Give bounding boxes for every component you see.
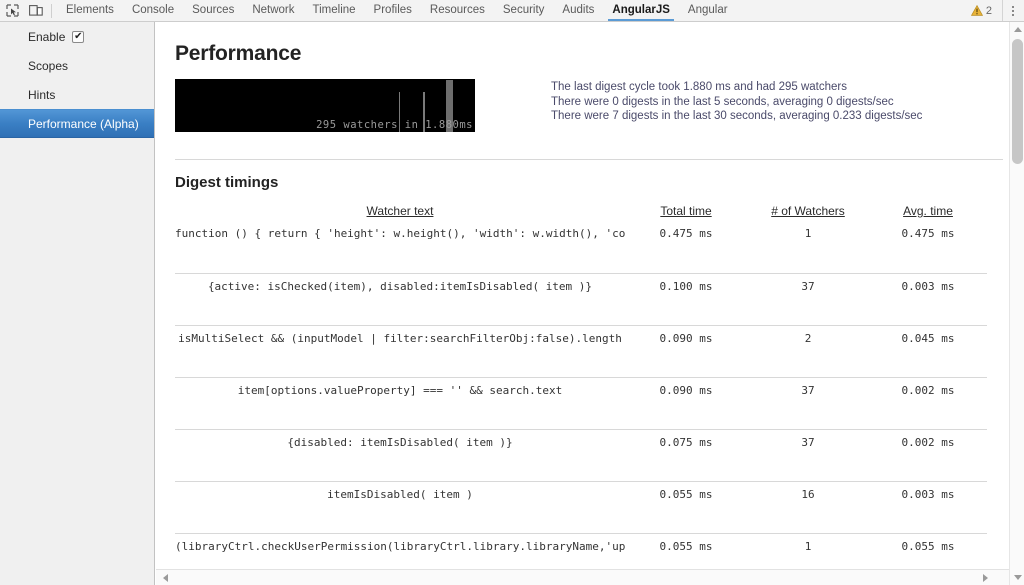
tab-security[interactable]: Security	[494, 0, 554, 21]
page-title: Performance	[175, 42, 302, 65]
cell-watcher-count: 37	[747, 272, 869, 325]
table-row[interactable]: isMultiSelect && (inputModel | filter:se…	[175, 324, 987, 377]
cell-avg-time: 0.002 ms	[869, 376, 987, 429]
tab-resources[interactable]: Resources	[421, 0, 494, 21]
column-header-watcher-count[interactable]: # of Watchers	[747, 204, 869, 221]
chart-annotation: 295 watchers in 1.880ms	[316, 119, 473, 131]
tab-angular[interactable]: Angular	[679, 0, 737, 21]
column-header-watcher-text[interactable]: Watcher text	[175, 204, 625, 221]
cell-total-time: 0.090 ms	[625, 324, 747, 377]
tab-console[interactable]: Console	[123, 0, 183, 21]
inspect-element-icon[interactable]	[0, 0, 24, 21]
table-row[interactable]: {disabled: itemIsDisabled( item )} 0.075…	[175, 428, 987, 481]
angularjs-sidebar: Enable ✔ Scopes Hints Performance (Alpha…	[0, 22, 155, 585]
sidebar-item-label: Scopes	[28, 58, 69, 73]
table-row[interactable]: function () { return { 'height': w.heigh…	[175, 221, 987, 273]
cell-avg-time: 0.475 ms	[901, 227, 955, 240]
performance-summary-row: 295 watchers in 1.880ms The last digest …	[175, 79, 993, 132]
enable-checkbox[interactable]: ✔	[72, 30, 85, 43]
sidebar-item-hints[interactable]: Hints	[0, 80, 154, 109]
cell-watcher-text: {disabled: itemIsDisabled( item )}	[175, 428, 625, 481]
scroll-right-arrow-icon[interactable]	[978, 570, 993, 585]
checkmark-icon: ✔	[74, 30, 83, 42]
cell-watcher-count: 37	[747, 376, 869, 429]
column-header-total-time[interactable]: Total time	[625, 204, 747, 221]
cell-total-time: 0.100 ms	[625, 272, 747, 325]
tab-elements[interactable]: Elements	[57, 0, 123, 21]
tab-sources[interactable]: Sources	[183, 0, 243, 21]
cell-watcher-count: 1	[804, 227, 812, 240]
scroll-up-arrow-icon[interactable]	[1010, 22, 1024, 37]
section-divider	[175, 159, 1003, 160]
cell-watcher-count: 37	[747, 428, 869, 481]
digest-stats: The last digest cycle took 1.880 ms and …	[551, 79, 922, 124]
digest-timings-table: Watcher text Total time # of Watchers Av…	[175, 204, 987, 585]
devtools-toolbar: Elements Console Sources Network Timelin…	[0, 0, 1024, 22]
vertical-scrollbar[interactable]	[1009, 22, 1024, 585]
table-header-row: Watcher text Total time # of Watchers Av…	[175, 204, 987, 221]
sidebar-item-scopes[interactable]: Scopes	[0, 51, 154, 80]
cell-watcher-text: isMultiSelect && (inputModel | filter:se…	[175, 324, 625, 377]
toolbar-right-group: 2	[965, 0, 1024, 21]
vertical-scrollbar-thumb[interactable]	[1012, 39, 1023, 164]
toolbar-divider	[51, 3, 52, 18]
cell-watcher-text: function () { return { 'height': w.heigh…	[175, 227, 625, 240]
digest-timeline-chart[interactable]: 295 watchers in 1.880ms	[175, 79, 475, 132]
table-row[interactable]: item[options.valueProperty] === '' && se…	[175, 376, 987, 429]
stat-line-5-seconds: There were 0 digests in the last 5 secon…	[551, 95, 894, 108]
sidebar-item-enable[interactable]: Enable ✔	[0, 22, 154, 51]
cell-avg-time: 0.003 ms	[869, 480, 987, 533]
warning-triangle-icon	[970, 5, 983, 16]
cell-watcher-text: itemIsDisabled( item )	[175, 480, 625, 533]
cell-watcher-count: 16	[747, 480, 869, 533]
table-row[interactable]: itemIsDisabled( item ) 0.055 ms 16 0.003…	[175, 480, 987, 533]
cell-watcher-text: {active: isChecked(item), disabled:itemI…	[175, 272, 625, 325]
horizontal-scrollbar[interactable]	[156, 569, 1009, 585]
stat-line-last-digest: The last digest cycle took 1.880 ms and …	[551, 81, 847, 93]
sidebar-item-label: Performance (Alpha)	[28, 116, 139, 131]
stat-line-30-seconds: There were 7 digests in the last 30 seco…	[551, 110, 923, 122]
sidebar-item-label: Hints	[28, 87, 56, 102]
tab-profiles[interactable]: Profiles	[365, 0, 421, 21]
warning-indicator[interactable]: 2	[965, 5, 998, 17]
kebab-menu-icon[interactable]	[1002, 0, 1020, 21]
tab-audits[interactable]: Audits	[553, 0, 603, 21]
warning-count: 2	[985, 4, 992, 17]
table-row[interactable]: {active: isChecked(item), disabled:itemI…	[175, 272, 987, 325]
section-title: Digest timings	[175, 174, 279, 191]
scroll-down-arrow-icon[interactable]	[1010, 570, 1024, 585]
sidebar-item-label: Enable	[28, 29, 66, 44]
panel-content: Performance 295 watchers in 1.880ms The …	[156, 22, 1009, 585]
cell-total-time: 0.475 ms	[659, 227, 713, 240]
sidebar-item-performance[interactable]: Performance (Alpha)	[0, 109, 154, 138]
tab-timeline[interactable]: Timeline	[304, 0, 365, 21]
cell-watcher-text: item[options.valueProperty] === '' && se…	[175, 376, 625, 429]
performance-panel: Performance 295 watchers in 1.880ms The …	[156, 22, 1009, 585]
cell-avg-time: 0.002 ms	[869, 428, 987, 481]
cell-avg-time: 0.045 ms	[869, 324, 987, 377]
tab-network[interactable]: Network	[243, 0, 303, 21]
cell-total-time: 0.055 ms	[625, 480, 747, 533]
devtools-window: Elements Console Sources Network Timelin…	[0, 0, 1024, 585]
device-toolbar-icon[interactable]	[24, 0, 48, 21]
panel-tabs: Elements Console Sources Network Timelin…	[57, 0, 737, 21]
cell-total-time: 0.090 ms	[625, 376, 747, 429]
cell-watcher-count: 2	[747, 324, 869, 377]
cell-total-time: 0.075 ms	[625, 428, 747, 481]
scroll-left-arrow-icon[interactable]	[158, 570, 173, 585]
tab-angularjs[interactable]: AngularJS	[603, 0, 679, 21]
column-header-avg-time[interactable]: Avg. time	[869, 204, 987, 221]
cell-avg-time: 0.003 ms	[869, 272, 987, 325]
